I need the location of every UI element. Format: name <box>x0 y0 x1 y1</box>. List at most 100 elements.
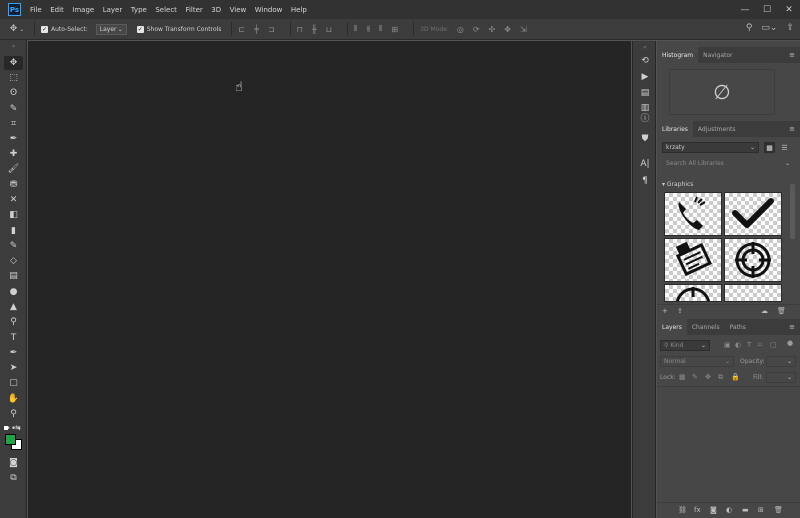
workspace-switcher-icon[interactable]: ▭⌄ <box>761 23 777 33</box>
opacity-input[interactable]: ⌄ <box>766 356 796 367</box>
graphic-phone[interactable] <box>664 192 722 236</box>
smart-object-filter-icon[interactable]: ▢ <box>770 341 777 349</box>
healing-brush-tool-icon[interactable]: ✚ <box>4 147 23 161</box>
panel-menu-icon[interactable]: ≡ <box>789 51 795 59</box>
add-content-icon[interactable]: + <box>662 307 668 315</box>
trash-icon[interactable]: 🗑 <box>777 307 786 315</box>
dock-collapse-icon[interactable]: « <box>636 43 654 51</box>
align-v-center-icon[interactable]: ╫ <box>312 25 317 34</box>
blur-tool-icon[interactable]: ✎ <box>4 239 23 253</box>
move-tool-preset-icon[interactable]: ✥ ⌄ <box>6 24 28 34</box>
hand-tool-icon[interactable]: ✋ <box>4 392 23 406</box>
tab-paths[interactable]: Paths <box>725 319 751 335</box>
default-colors-icon[interactable] <box>4 426 8 430</box>
screen-mode-icon[interactable]: ⧉ <box>4 471 23 485</box>
shape-filter-icon[interactable]: ⌑ <box>758 341 762 349</box>
grid-view-icon[interactable]: ▦ <box>764 142 775 153</box>
shape-tool-icon[interactable]: ▢ <box>4 376 23 390</box>
menu-file[interactable]: File <box>30 6 42 14</box>
history-icon[interactable]: ⟲ <box>636 54 654 68</box>
link-layers-icon[interactable]: ⛓ <box>678 506 687 514</box>
paint-bucket-tool-icon[interactable]: ▤ <box>4 269 23 283</box>
path-selection-tool-icon[interactable]: ➤ <box>4 361 23 375</box>
graphics-section-header[interactable]: ▾ Graphics <box>662 181 693 188</box>
photoshop-logo-icon[interactable]: Ps <box>8 3 21 16</box>
delete-layer-icon[interactable]: 🗑 <box>774 506 783 514</box>
info-icon[interactable]: ⓘ <box>636 110 654 124</box>
menu-type[interactable]: Type <box>131 6 147 14</box>
3d-pan-icon[interactable]: ✣ <box>489 25 496 34</box>
clone-stamp-tool-icon[interactable]: ⛃ <box>4 178 23 192</box>
tab-libraries[interactable]: Libraries <box>657 121 693 137</box>
lock-all-icon[interactable]: 🔒 <box>731 373 740 381</box>
graphic-checkmark[interactable] <box>724 192 782 236</box>
share-icon[interactable]: ⇪ <box>786 23 794 33</box>
new-group-icon[interactable]: ▬ <box>742 506 749 514</box>
modifier-keys-icon[interactable]: ⛊ <box>636 132 654 146</box>
library-search-input[interactable]: Search All Libraries ⌄ <box>662 158 794 169</box>
fill-input[interactable]: ⌄ <box>766 372 796 383</box>
sharpen-tool-icon[interactable]: ▲ <box>4 300 23 314</box>
toolbar-collapse-icon[interactable]: » <box>4 42 23 50</box>
history-brush-tool-icon[interactable]: ✕ <box>4 193 23 207</box>
brush-tool-icon[interactable]: 🖌 <box>4 162 23 176</box>
transform-controls-checkbox[interactable]: ✓ <box>136 25 144 33</box>
panel-menu-icon[interactable]: ≡ <box>789 323 795 331</box>
eyedropper-tool-icon[interactable]: ✒ <box>4 132 23 146</box>
tab-layers[interactable]: Layers <box>657 319 687 335</box>
blend-mode-select[interactable]: Normal ⌄ <box>660 356 734 367</box>
adjustment-filter-icon[interactable]: ◐ <box>735 341 741 349</box>
eraser-tool-icon[interactable]: ◧ <box>4 208 23 222</box>
close-button[interactable]: ✕ <box>778 0 800 19</box>
align-top-icon[interactable]: ⊓ <box>297 25 303 34</box>
menu-filter[interactable]: Filter <box>185 6 202 14</box>
menu-help[interactable]: Help <box>291 6 307 14</box>
document-canvas[interactable] <box>28 41 631 518</box>
auto-align-icon[interactable]: ⊞ <box>391 25 398 34</box>
library-select[interactable]: krzaty ⌄ <box>662 142 759 153</box>
menu-layer[interactable]: Layer <box>103 6 123 14</box>
pen-tool-icon[interactable]: ✒ <box>4 346 23 360</box>
add-mask-icon[interactable]: ◙ <box>710 506 717 514</box>
lock-artboard-icon[interactable]: ⧉ <box>718 373 723 382</box>
minimize-button[interactable]: — <box>734 0 756 19</box>
align-bottom-icon[interactable]: ⊔ <box>326 25 332 34</box>
graphic-target[interactable] <box>724 238 782 282</box>
tab-adjustments[interactable]: Adjustments <box>693 121 741 137</box>
distribute-left-icon[interactable]: ⫴ <box>354 24 357 34</box>
menu-edit[interactable]: Edit <box>50 6 64 14</box>
gradient-tool-icon[interactable]: ▮ <box>4 224 23 238</box>
lock-transparent-icon[interactable]: ▦ <box>679 373 686 381</box>
lock-image-icon[interactable]: ✎ <box>692 373 698 381</box>
layer-filter-select[interactable]: ⚲ Kind ⌄ <box>660 340 710 351</box>
zoom-tool-icon[interactable]: ⚲ <box>4 407 23 421</box>
dodge-tool-icon[interactable]: ⚲ <box>4 315 23 329</box>
menu-view[interactable]: View <box>230 6 247 14</box>
creative-cloud-icon[interactable]: ☁ <box>761 307 768 315</box>
3d-roll-icon[interactable]: ⟳ <box>473 25 480 34</box>
3d-scale-icon[interactable]: ⇲ <box>520 25 527 34</box>
align-h-center-icon[interactable]: ╪ <box>254 25 259 34</box>
search-icon[interactable]: ⚲ <box>746 23 753 33</box>
new-layer-icon[interactable]: ⊞ <box>758 506 764 514</box>
fx-icon[interactable]: fx <box>694 506 701 514</box>
drop-tool-icon[interactable]: ● <box>4 285 23 299</box>
type-filter-icon[interactable]: T <box>747 341 751 349</box>
quick-mask-icon[interactable]: ◙ <box>4 456 23 470</box>
tab-channels[interactable]: Channels <box>687 319 725 335</box>
distribute-center-icon[interactable]: ⫵ <box>366 24 370 34</box>
layers-list[interactable] <box>657 386 800 503</box>
paragraph-icon[interactable]: ¶ <box>636 174 654 188</box>
tab-histogram[interactable]: Histogram <box>657 47 699 63</box>
quick-select-tool-icon[interactable]: ✎ <box>4 102 23 116</box>
swap-colors-icon[interactable]: ⇆ <box>15 424 21 432</box>
marquee-tool-icon[interactable]: ⬚ <box>4 71 23 85</box>
align-left-icon[interactable]: ⊏ <box>238 25 245 34</box>
pixel-filter-icon[interactable]: ▣ <box>724 341 731 349</box>
graphic-target-2[interactable] <box>664 284 722 302</box>
move-tool-icon[interactable]: ✥ <box>4 56 23 70</box>
upload-icon[interactable]: ⇪ <box>677 307 683 315</box>
adjustment-layer-icon[interactable]: ◐ <box>726 506 732 514</box>
crop-tool-icon[interactable]: ⌗ <box>4 117 23 131</box>
character-icon[interactable]: A| <box>636 157 654 171</box>
